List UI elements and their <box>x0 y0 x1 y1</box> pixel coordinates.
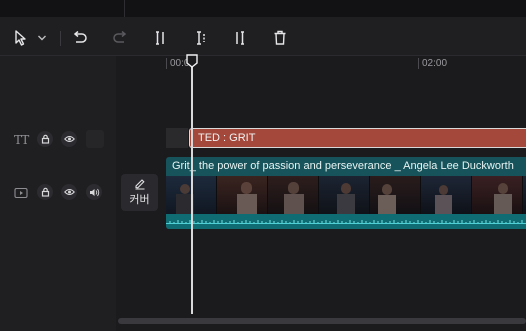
cover-label: 커버 <box>129 194 150 206</box>
thumbnail-frame <box>217 176 268 214</box>
text-track-empty-slot <box>166 128 188 148</box>
toolbar-divider <box>60 31 61 46</box>
video-clip-title: Grit_ the power of passion and persevera… <box>172 160 514 172</box>
thumbnail-frame <box>319 176 370 214</box>
trim-left-icon[interactable] <box>151 28 169 48</box>
text-track-lock-icon[interactable] <box>37 131 53 147</box>
trim-right-icon[interactable] <box>231 28 249 48</box>
video-clip[interactable]: Grit_ the power of passion and persevera… <box>166 157 526 229</box>
text-track-icon: TT <box>14 133 29 147</box>
video-track-visibility-icon[interactable] <box>61 184 77 200</box>
text-clip-title: TED : GRIT <box>198 132 256 144</box>
undo-icon[interactable] <box>70 28 90 48</box>
cursor-select-icon[interactable] <box>12 28 30 48</box>
timeline-toolbar <box>0 21 526 56</box>
video-track-audio-icon[interactable] <box>86 184 102 200</box>
thumbnail-frame <box>421 176 472 214</box>
playhead-line[interactable] <box>191 64 193 314</box>
ruler-tick <box>166 58 167 69</box>
cover-button[interactable]: 커버 <box>121 174 158 211</box>
redo-icon[interactable] <box>110 28 130 48</box>
split-icon[interactable] <box>192 28 210 48</box>
top-panel-strip <box>0 0 526 17</box>
chevron-down-icon[interactable] <box>35 28 49 48</box>
thumbnail-frame <box>268 176 319 214</box>
audio-waveform <box>166 214 526 229</box>
edit-pencil-icon <box>134 179 145 190</box>
playhead-handle-icon[interactable] <box>186 54 198 73</box>
thumbnail-frame <box>472 176 523 214</box>
video-track-icon <box>14 186 28 204</box>
ruler-tick <box>418 58 419 69</box>
delete-icon[interactable] <box>271 28 289 48</box>
video-thumbnails <box>166 176 526 214</box>
ruler-label-2min: 02:00 <box>422 58 448 69</box>
text-track-placeholder <box>86 130 104 148</box>
text-clip[interactable]: TED : GRIT <box>189 128 526 148</box>
video-track-lock-icon[interactable] <box>37 184 53 200</box>
thumbnail-frame <box>370 176 421 214</box>
timeline-horizontal-scrollbar[interactable] <box>118 318 526 324</box>
panel-divider <box>124 0 125 17</box>
text-track-visibility-icon[interactable] <box>61 131 77 147</box>
